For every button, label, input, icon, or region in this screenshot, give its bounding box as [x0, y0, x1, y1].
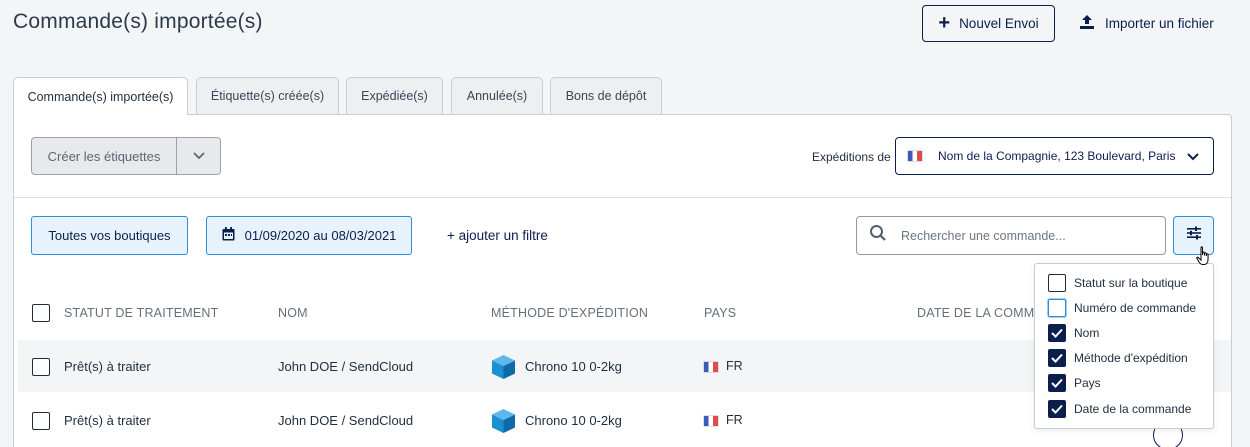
column-header-status[interactable]: STATUT DE TRAITEMENT [64, 306, 218, 320]
column-option-order-date[interactable]: Date de la commande [1048, 400, 1191, 418]
option-label: Numéro de commande [1074, 301, 1197, 315]
france-flag-icon [908, 151, 922, 161]
row-shipping-method: Chrono 10 0-2kg [525, 413, 622, 428]
row-checkbox[interactable] [32, 358, 50, 376]
option-label: Statut sur la boutique [1074, 276, 1188, 290]
tab-imported-orders[interactable]: Commande(s) importée(s) [13, 77, 188, 115]
france-flag-icon [704, 416, 718, 426]
checkbox[interactable] [1048, 324, 1066, 342]
add-filter-link[interactable]: + ajouter un filtre [447, 228, 548, 243]
shops-filter-label: Toutes vos boutiques [48, 228, 171, 243]
column-option-order-number[interactable]: Numéro de commande [1048, 299, 1196, 317]
date-range-filter[interactable]: 01/09/2020 au 08/03/2021 [206, 216, 412, 255]
create-labels-button[interactable]: Créer les étiquettes [32, 138, 177, 174]
option-label: Méthode d'expédition [1074, 351, 1188, 365]
search-icon [869, 224, 887, 247]
tab-labels-created[interactable]: Étiquette(s) créée(s) [196, 77, 339, 114]
shops-filter[interactable]: Toutes vos boutiques [31, 216, 188, 255]
divider [14, 197, 1231, 198]
column-settings-menu: Statut sur la boutique Numéro de command… [1034, 263, 1214, 429]
shipments-from-value: Nom de la Compagnie, 123 Boulevard, Pari… [938, 149, 1176, 163]
tab-label: Commande(s) importée(s) [27, 89, 174, 104]
row-shipping-method: Chrono 10 0-2kg [525, 359, 622, 374]
row-name: John DOE / SendCloud [278, 413, 414, 428]
row-status: Prêt(s) à traiter [64, 413, 151, 428]
tab-deposit-slips[interactable]: Bons de dépôt [550, 77, 662, 114]
row-country: FR [726, 413, 743, 427]
option-label: Date de la commande [1074, 402, 1192, 416]
checkmark-icon [1051, 404, 1063, 414]
row-name: John DOE / SendCloud [278, 359, 414, 374]
box-icon [491, 354, 516, 385]
search-input[interactable] [901, 228, 1151, 243]
shipments-from-label: Expéditions de [812, 150, 891, 164]
tab-cancelled[interactable]: Annulée(s) [451, 77, 543, 114]
plus-icon: + [938, 11, 951, 34]
checkbox[interactable] [1048, 349, 1066, 367]
checkmark-icon [1051, 353, 1063, 363]
tab-label: Expédiée(s) [361, 89, 428, 103]
new-send-button[interactable]: + Nouvel Envoi [922, 5, 1055, 42]
chevron-down-icon[interactable] [177, 138, 220, 174]
option-label: Pays [1074, 376, 1101, 390]
checkmark-icon [1051, 378, 1063, 388]
column-header-country[interactable]: PAYS [704, 306, 736, 320]
column-header-shipping-method[interactable]: MÉTHODE D'EXPÉDITION [491, 306, 648, 320]
sliders-icon [1186, 226, 1202, 245]
column-header-name[interactable]: NOM [278, 306, 308, 320]
checkbox[interactable] [1048, 374, 1066, 392]
column-option-name[interactable]: Nom [1048, 324, 1099, 342]
tab-label: Bons de dépôt [565, 89, 647, 103]
column-option-country[interactable]: Pays [1048, 374, 1101, 392]
chevron-down-icon [1187, 150, 1199, 164]
page-title: Commande(s) importée(s) [13, 10, 263, 33]
checkbox[interactable] [1048, 400, 1066, 418]
tab-shipped[interactable]: Expédiée(s) [346, 77, 443, 114]
column-option-shop-status[interactable]: Statut sur la boutique [1048, 274, 1187, 292]
tab-label: Annulée(s) [466, 89, 528, 103]
calendar-icon [222, 227, 235, 244]
checkbox[interactable] [1048, 274, 1066, 292]
select-all-checkbox[interactable] [32, 304, 50, 322]
create-labels-split-button[interactable]: Créer les étiquettes [31, 137, 221, 175]
date-range-label: 01/09/2020 au 08/03/2021 [244, 228, 397, 243]
shipments-from-select[interactable]: Nom de la Compagnie, 123 Boulevard, Pari… [895, 137, 1214, 175]
import-file-label: Importer un fichier [1105, 15, 1214, 31]
checkmark-icon [1051, 328, 1063, 338]
hand-cursor-icon [1196, 246, 1212, 271]
box-icon [491, 408, 516, 439]
search-box [856, 216, 1166, 255]
new-send-label: Nouvel Envoi [959, 16, 1039, 31]
checkbox[interactable] [1048, 299, 1066, 317]
row-country: FR [726, 359, 743, 373]
column-option-shipping-method[interactable]: Méthode d'expédition [1048, 349, 1188, 367]
option-label: Nom [1074, 326, 1100, 340]
row-checkbox[interactable] [32, 412, 50, 430]
row-status: Prêt(s) à traiter [64, 359, 151, 374]
france-flag-icon [704, 362, 718, 372]
tab-label: Étiquette(s) créée(s) [210, 89, 325, 103]
upload-icon [1078, 13, 1096, 34]
import-file-button[interactable]: Importer un fichier [1078, 10, 1214, 36]
